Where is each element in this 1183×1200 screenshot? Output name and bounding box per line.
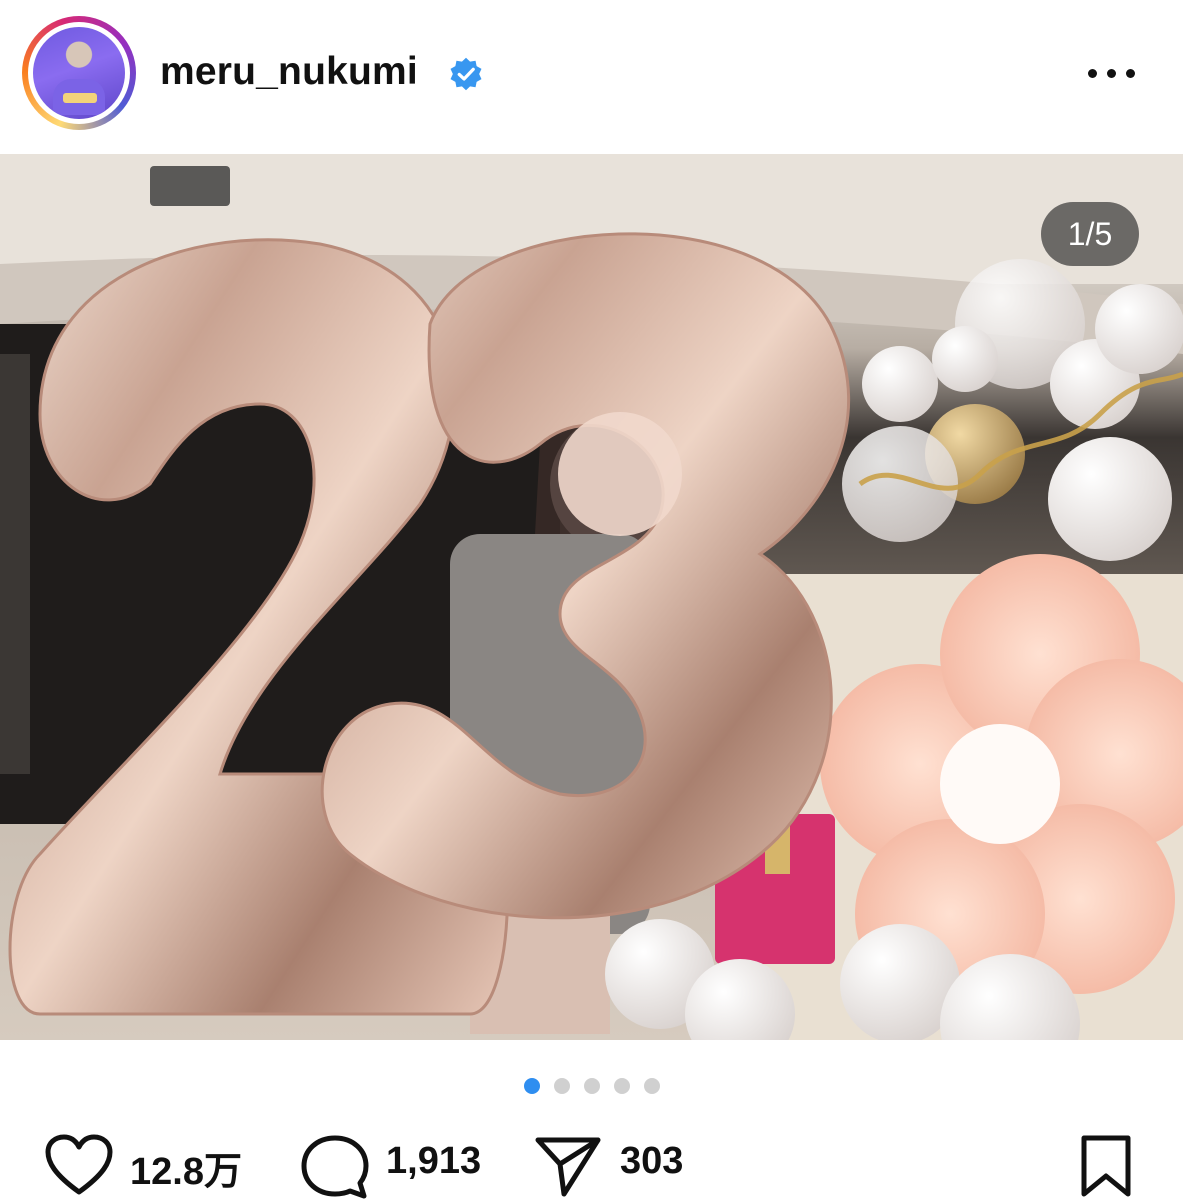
photo-illustration — [0, 154, 1183, 1040]
like-count[interactable]: 12.8万 — [130, 1140, 242, 1195]
carousel-dot-3[interactable] — [584, 1078, 600, 1094]
carousel-dot-5[interactable] — [644, 1078, 660, 1094]
comment-count[interactable]: 1,913 — [386, 1140, 481, 1183]
carousel-dot-4[interactable] — [614, 1078, 630, 1094]
post-header: meru_nukumi — [0, 0, 1183, 150]
carousel-dot-1[interactable] — [524, 1078, 540, 1094]
avatar[interactable] — [33, 27, 125, 119]
more-dot — [1107, 68, 1116, 78]
post-action-bar: 12.8万 1,913 303 — [0, 1120, 1183, 1200]
avatar-hoodie-print — [63, 93, 97, 103]
comment-bubble-icon[interactable] — [300, 1134, 370, 1200]
share-count[interactable]: 303 — [620, 1140, 683, 1183]
image-counter: 1/5 — [1041, 202, 1139, 266]
more-dot — [1126, 68, 1135, 78]
verified-badge-icon — [450, 57, 482, 91]
bookmark-icon[interactable] — [1078, 1134, 1134, 1200]
paper-plane-icon[interactable] — [534, 1134, 602, 1198]
more-dot — [1088, 68, 1097, 78]
avatar-border — [28, 22, 130, 124]
carousel-dot-2[interactable] — [554, 1078, 570, 1094]
carousel-indicator[interactable] — [520, 1076, 670, 1096]
more-options-icon[interactable] — [1088, 66, 1144, 80]
username[interactable]: meru_nukumi — [160, 50, 418, 94]
post-photo[interactable]: 1/5 — [0, 154, 1183, 1040]
heart-icon[interactable] — [44, 1134, 114, 1196]
story-ring[interactable] — [22, 16, 136, 130]
